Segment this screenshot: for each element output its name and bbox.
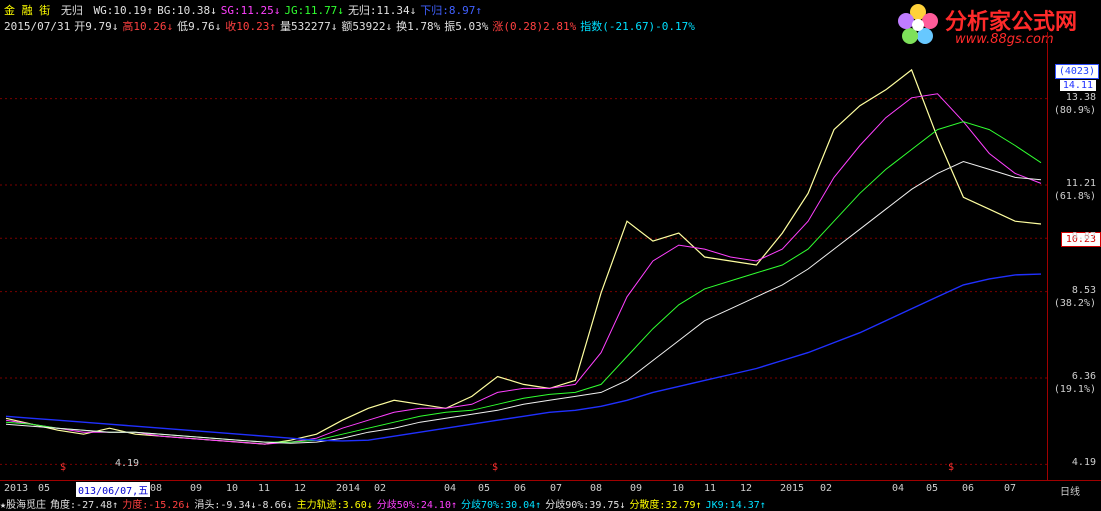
status-indicator: ★股海觅庄 bbox=[0, 500, 47, 511]
indicator-values: WG:10.19↑ BG:10.38↓ SG:11.25↓ JG:11.77↓ 无归:1… bbox=[94, 4, 487, 17]
indicator-value: SG:11.25↓ bbox=[220, 4, 281, 17]
indicator-value: JG:11.77↓ bbox=[284, 4, 344, 17]
status-indicator: JK9:14.37↑ bbox=[705, 500, 766, 511]
signal-marker: $ bbox=[492, 462, 499, 473]
time-axis: 2013 05 013/06/07,五 08 09 10 11 12 2014 02 04 05 06 0… bbox=[0, 480, 1101, 498]
time-tick-label: 10 bbox=[226, 483, 239, 494]
signal-marker: $ bbox=[60, 462, 67, 473]
top-volume-box: (4023) bbox=[1054, 64, 1099, 79]
time-tick-label: 05 bbox=[926, 483, 939, 494]
time-tick-label: 11 bbox=[704, 483, 717, 494]
time-tick-label: 12 bbox=[294, 483, 307, 494]
time-tick-label: 09 bbox=[630, 483, 643, 494]
time-tick-label: 10 bbox=[672, 483, 685, 494]
time-tick-label: 02 bbox=[374, 483, 387, 494]
status-indicator: 分歧70%:30.04↑ bbox=[461, 500, 542, 511]
indicator-value: WG:10.19↑ bbox=[93, 4, 154, 17]
series-line-4 bbox=[5, 273, 1042, 442]
top-price-box: 14.11 bbox=[1059, 80, 1096, 91]
time-tick-label: 08 bbox=[150, 483, 163, 494]
status-indicator: 涓头:-9.34↓-8.66↓ bbox=[194, 500, 293, 511]
status-indicator: 角度:-27.48↑ bbox=[50, 500, 119, 511]
percent-tick-label: (80.9%) bbox=[1053, 104, 1096, 116]
time-tick-label: 2015 bbox=[780, 483, 805, 494]
status-indicator: 力度:-15.26↓ bbox=[122, 500, 191, 511]
time-tick-label: 05 bbox=[478, 483, 491, 494]
percent-tick-label: (38.2%) bbox=[1053, 297, 1096, 309]
series-line-3 bbox=[5, 160, 1042, 444]
indicator-value: 无归:11.34↓ bbox=[347, 4, 417, 17]
time-tick-label: 04 bbox=[444, 483, 457, 494]
time-tick-label: 11 bbox=[258, 483, 271, 494]
status-indicator: 分歧90%:39.75↓ bbox=[545, 500, 626, 511]
price-tick-label: 11.21 bbox=[1065, 177, 1096, 189]
status-indicator: 分歧50%:24.10↑ bbox=[376, 500, 457, 511]
series-line-1 bbox=[5, 93, 1042, 445]
stock-name: 金 融 街 bbox=[4, 4, 51, 17]
time-tick-label: 12 bbox=[740, 483, 753, 494]
status-indicator: 主力轨迹:3.60↓ bbox=[296, 500, 373, 511]
price-tick-label: 6.36 bbox=[1071, 371, 1096, 383]
time-tick-label: 07 bbox=[550, 483, 563, 494]
price-tick-label: 4.19 bbox=[1071, 457, 1096, 469]
series-line-2 bbox=[5, 121, 1042, 443]
price-axis: (4023) 14.11 10.23 13.38 (80.9%) 11.21 (61.… bbox=[1047, 32, 1101, 480]
percent-tick-label: (61.8%) bbox=[1053, 190, 1096, 202]
time-tick-label: 09 bbox=[190, 483, 203, 494]
time-tick-label: 07 bbox=[1004, 483, 1017, 494]
price-tick-label: 9.87 bbox=[1071, 231, 1096, 243]
status-bar: ★股海觅庄 角度:-27.48↑ 力度:-15.26↓ 涓头:-9.34↓-8.66↓… bbox=[0, 496, 1101, 511]
price-tick-label: 8.53 bbox=[1071, 284, 1096, 296]
time-tick-label: 08 bbox=[590, 483, 603, 494]
time-tick-label: 2013 bbox=[4, 483, 29, 494]
time-tick-label: 05 bbox=[38, 483, 51, 494]
price-tick-label: 13.38 bbox=[1065, 91, 1096, 103]
indicator-value: BG:10.38↓ bbox=[157, 4, 217, 17]
time-tick-label: 2014 bbox=[336, 483, 361, 494]
time-tick-label: 06 bbox=[514, 483, 527, 494]
price-chart[interactable] bbox=[0, 32, 1047, 480]
percent-tick-label: (19.1%) bbox=[1053, 384, 1096, 396]
status-indicator: 分散度:32.79↑ bbox=[629, 500, 702, 511]
time-tick-label: 02 bbox=[820, 483, 833, 494]
signal-marker: $ bbox=[948, 462, 955, 473]
indicator-header: 金 融 街 无归 WG:10.19↑ BG:10.38↓ SG:11.25↓ JG:1… bbox=[4, 2, 486, 18]
mode-label: 无归 bbox=[60, 4, 83, 17]
low-price-annotation: 4.19 bbox=[115, 458, 140, 470]
time-tick-label: 04 bbox=[892, 483, 905, 494]
cursor-date-label: 013/06/07,五 bbox=[76, 482, 151, 497]
indicator-value: 下归:8.97↑ bbox=[420, 4, 483, 17]
time-tick-label: 06 bbox=[962, 483, 975, 494]
